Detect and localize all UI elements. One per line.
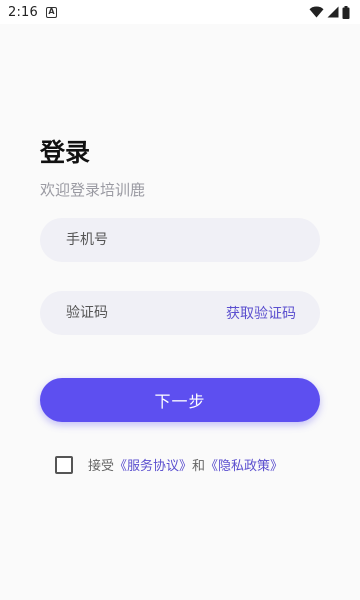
status-left: 2:16 A — [8, 5, 57, 20]
battery-icon — [342, 5, 350, 19]
page-subtitle: 欢迎登录培训鹿 — [40, 181, 146, 199]
privacy-policy-link[interactable]: 《隐私政策》 — [205, 459, 283, 474]
agree-prefix: 接受 — [88, 459, 115, 474]
agreement-text: 接受《服务协议》和《隐私政策》 — [88, 455, 283, 474]
agreement-row: 接受《服务协议》和《隐私政策》 — [55, 455, 283, 474]
status-time: 2:16 — [8, 4, 38, 20]
notification-icon: A — [46, 6, 57, 18]
agree-and: 和 — [192, 459, 206, 474]
page-title: 登录 — [40, 138, 91, 167]
next-button[interactable]: 下一步 — [40, 378, 320, 422]
agree-checkbox[interactable] — [55, 455, 73, 474]
login-screen: 2:16 A 登录 欢迎登录培训鹿 获取验证码 下一步 接受《服务 — [0, 0, 360, 600]
code-field[interactable]: 获取验证码 — [40, 291, 320, 335]
get-code-button[interactable]: 获取验证码 — [226, 303, 296, 323]
phone-input[interactable] — [66, 232, 216, 248]
wifi-icon — [309, 6, 324, 18]
status-bar: 2:16 A — [0, 0, 360, 24]
notification-glyph: A — [48, 7, 55, 16]
code-input[interactable] — [66, 305, 216, 321]
service-agreement-link[interactable]: 《服务协议》 — [114, 459, 192, 474]
phone-field[interactable] — [40, 218, 320, 262]
status-right — [309, 5, 350, 19]
signal-icon — [327, 6, 339, 18]
